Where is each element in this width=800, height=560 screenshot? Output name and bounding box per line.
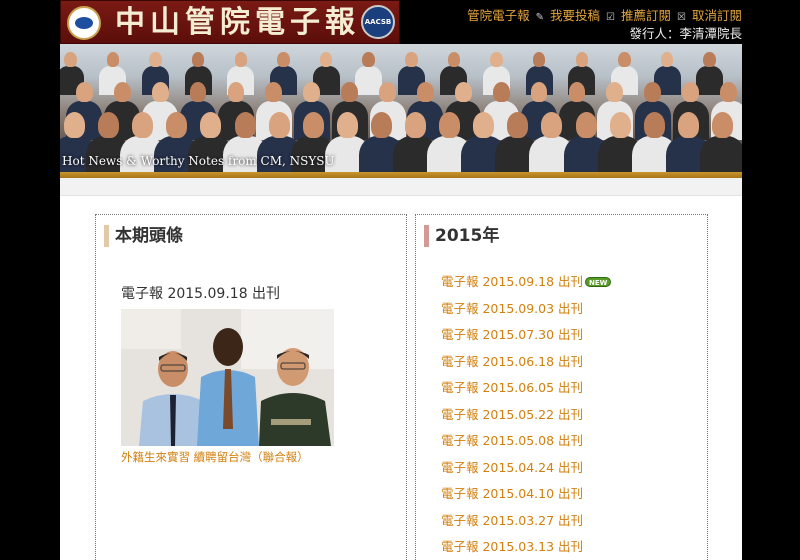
crowd-person	[677, 112, 699, 138]
nav-link-newsletter[interactable]: 管院電子報	[467, 8, 530, 23]
pencil-icon: ✎	[535, 12, 545, 23]
issue-link[interactable]: 電子報 2015.03.13 出刊	[441, 536, 611, 560]
crowd-person	[405, 52, 418, 68]
crowd-person	[405, 112, 426, 138]
site-logo-banner[interactable]: 中山管院電子報 AACSB	[60, 0, 400, 44]
crowd-person	[370, 112, 392, 138]
crowd-person	[473, 112, 495, 138]
headline-panel: 本期頭條 電子報 2015.09.18 出刊 外籍生來實習 續聘留台灣（聯合報）	[95, 214, 407, 560]
crowd-person	[362, 52, 375, 68]
crowd-person	[113, 82, 131, 103]
crowd-person	[575, 112, 597, 138]
crowd-person	[541, 112, 563, 138]
issue-link[interactable]: 電子報 2015.06.05 出刊	[441, 377, 611, 404]
crowd-person	[492, 82, 510, 103]
crowd-person	[618, 52, 631, 68]
crowd-person	[76, 82, 93, 103]
crowd-person	[191, 52, 205, 68]
aacsb-badge-icon: AACSB	[361, 5, 395, 39]
crowd-person	[98, 112, 120, 138]
crowd-person	[336, 112, 358, 138]
site-title: 中山管院電子報	[115, 5, 360, 40]
new-badge-icon: NEW	[585, 277, 612, 287]
main-content: 本期頭條 電子報 2015.09.18 出刊 外籍生來實習 續聘留台灣（聯合報）…	[60, 178, 742, 560]
crowd-person	[703, 52, 716, 68]
crowd-person	[447, 52, 461, 68]
crowd-person	[302, 112, 324, 138]
crowd-person	[660, 52, 674, 68]
banner-caption: Hot News & Worthy Notes from CM, NSYSU	[62, 154, 335, 168]
crowd-person	[200, 112, 222, 138]
crowd-person	[439, 112, 461, 138]
headline-photo-caption-link[interactable]: 外籍生來實習 續聘留台灣（聯合報）	[121, 449, 309, 465]
crowd-person	[64, 52, 77, 68]
crowd-person	[234, 52, 248, 68]
issue-link[interactable]: 電子報 2015.04.24 出刊	[441, 457, 611, 484]
crowd-person	[166, 112, 188, 138]
issue-link[interactable]: 電子報 2015.03.27 出刊	[441, 510, 611, 537]
crowd-person	[132, 112, 154, 138]
headline-photo-image	[121, 309, 334, 446]
crowd-person	[711, 112, 733, 138]
crowd-person	[417, 82, 434, 103]
crowd-person	[64, 112, 85, 138]
crowd-person	[379, 82, 396, 103]
nav-link-subscribe[interactable]: 推薦訂閱	[621, 8, 671, 23]
headline-heading: 本期頭條	[104, 225, 183, 247]
crowd-person	[265, 82, 283, 103]
crowd-person	[227, 82, 245, 103]
crowd-person	[319, 52, 333, 68]
crowd-person	[507, 112, 529, 138]
crowd-person-body	[696, 66, 724, 96]
crowd-person	[644, 82, 662, 103]
publisher-label: 發行人：李清潭院長	[629, 26, 742, 41]
crowd-person	[682, 82, 700, 103]
crowd-person	[490, 52, 503, 68]
banner-photo: Hot News & Worthy Notes from CM, NSYSU	[60, 44, 742, 172]
crowd-person	[151, 82, 169, 103]
crowd-person-body	[699, 136, 742, 172]
crowd-person	[189, 82, 207, 103]
crowd-person	[609, 112, 631, 138]
issue-link[interactable]: 電子報 2015.04.10 出刊	[441, 483, 611, 510]
crowd-person	[149, 52, 162, 68]
content-top-strip	[60, 178, 742, 196]
headline-photo[interactable]	[121, 309, 334, 446]
crowd-person	[277, 52, 290, 68]
issue-link[interactable]: 電子報 2015.05.22 出刊	[441, 404, 611, 431]
issue-link[interactable]: 電子報 2015.07.30 出刊	[441, 324, 611, 351]
crowd-person	[341, 82, 359, 103]
issue-link[interactable]: 電子報 2015.05.08 出刊	[441, 430, 611, 457]
nav-link-submit[interactable]: 我要投稿	[550, 8, 600, 23]
crowd-person	[454, 82, 472, 103]
crowd-person	[106, 52, 120, 68]
close-box-icon: ☒	[677, 12, 686, 23]
crowd-person	[234, 112, 256, 138]
crowd-person	[606, 82, 624, 103]
crowd-person	[575, 52, 589, 68]
nav-link-unsubscribe[interactable]: 取消訂閱	[692, 8, 742, 23]
checkbox-icon: ☑	[606, 12, 615, 23]
top-nav: 管院電子報 ✎ 我要投稿 ☑ 推薦訂閱 ☒ 取消訂閱	[467, 5, 742, 24]
issue-list: 電子報 2015.09.18 出刊 NEW 電子報 2015.09.03 出刊 電…	[441, 271, 612, 560]
crowd-person	[568, 82, 586, 103]
crowd-person	[268, 112, 290, 138]
archive-panel: 2015年 電子報 2015.09.18 出刊 NEW 電子報 2015.09.0…	[415, 214, 708, 560]
issue-link[interactable]: 電子報 2015.09.18 出刊 NEW	[441, 271, 612, 298]
crowd-person	[532, 52, 546, 68]
issue-link[interactable]: 電子報 2015.06.18 出刊	[441, 351, 611, 378]
archive-year-heading: 2015年	[424, 225, 499, 247]
current-issue-title: 電子報 2015.09.18 出刊	[121, 286, 281, 302]
crowd-person	[720, 82, 737, 103]
crowd-person-body	[355, 66, 383, 96]
crowd-person	[643, 112, 665, 138]
crowd-person	[530, 82, 548, 103]
crowd-person	[303, 82, 321, 103]
issue-link[interactable]: 電子報 2015.09.03 出刊	[441, 298, 611, 325]
university-seal-icon	[67, 6, 101, 40]
